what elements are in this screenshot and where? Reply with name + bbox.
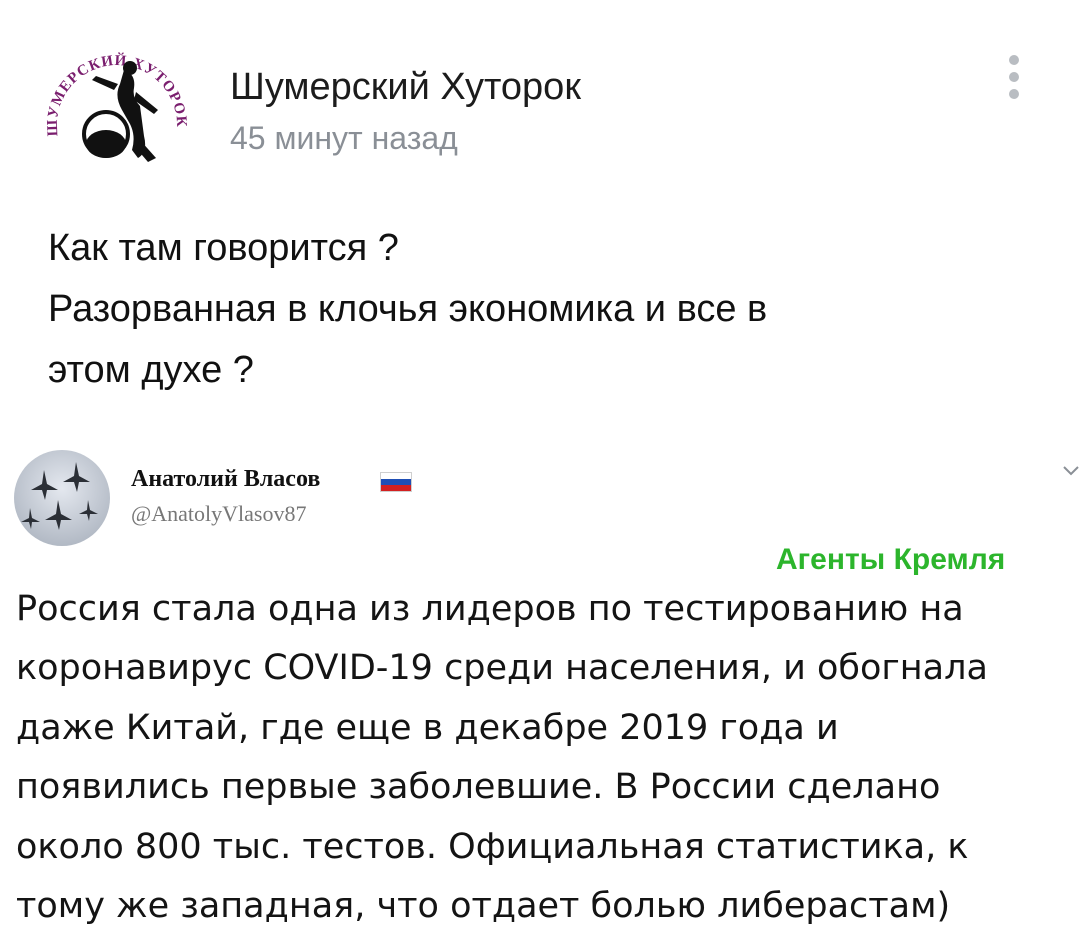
russian-flag-icon (380, 472, 412, 492)
post-timestamp[interactable]: 45 минут назад (230, 120, 458, 157)
tweet-text-line: появились первые заболевшие. В России сд… (16, 767, 941, 808)
tweet-text-line: Россия стала одна из лидеров по тестиров… (16, 589, 964, 629)
tweet-text: Россия стала одна из лидеров по тестиров… (16, 580, 1076, 936)
watermark-stamp: Агенты Кремля (776, 543, 1006, 576)
tweet-author-avatar (14, 450, 110, 546)
tweet-text-line: около 800 тыс. тестов. Официальная стати… (16, 826, 969, 867)
group-avatar[interactable]: ШУМЕРСКИЙ ХУТОРОК (44, 40, 194, 170)
group-name[interactable]: Шумерский Хуторок (230, 66, 581, 109)
tweet-text-line: коронавирус COVID-19 среди населения, и … (16, 648, 988, 689)
post-text-line: Как там говорится ? (48, 227, 399, 269)
post-header: ШУМЕРСКИЙ ХУТОРОК Шумерский Хуторок 45 м… (44, 40, 1044, 170)
tweet-text-line: тому же западная, что отдает болью либер… (16, 886, 951, 927)
post-text-line: Разорванная в клочья экономика и все в (48, 288, 768, 330)
group-logo-icon: ШУМЕРСКИЙ ХУТОРОК (45, 52, 189, 162)
more-vertical-icon[interactable] (1002, 50, 1026, 106)
post-text-line: этом духе ? (48, 349, 254, 391)
tweet-text-line: даже Китай, где еще в декабре 2019 года … (16, 707, 839, 748)
post-text: Как там говорится ? Разорванная в клочья… (48, 218, 1008, 401)
tweet-author-handle[interactable]: @AnatolyVlasov87 (131, 501, 306, 527)
chevron-down-icon[interactable] (1062, 462, 1080, 480)
svg-text:ШУМЕРСКИЙ ХУТОРОК: ШУМЕРСКИЙ ХУТОРОК (45, 52, 189, 137)
fighter-jets-avatar-icon (14, 450, 110, 546)
tweet-author-name[interactable]: Анатолий Власов (131, 466, 320, 493)
